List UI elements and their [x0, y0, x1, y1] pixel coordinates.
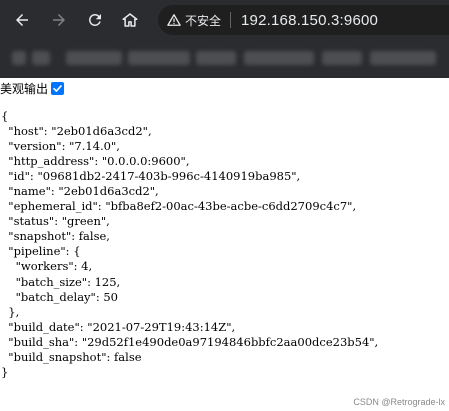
- back-arrow-icon: [16, 14, 28, 26]
- blurred-bookmark[interactable]: [322, 51, 362, 65]
- omnibox-divider: [230, 12, 232, 28]
- blurred-bookmark[interactable]: [244, 51, 314, 65]
- json-line: "name": "2eb01d6a3cd2",: [1, 184, 159, 199]
- warning-icon: [167, 14, 181, 26]
- json-line: "batch_size": 125,: [1, 274, 121, 289]
- json-line: "build_date": "2021-07-29T19:43:14Z",: [1, 319, 236, 334]
- pretty-print-row: 美观输出: [0, 80, 65, 96]
- json-line: }: [1, 364, 9, 379]
- json-line: {: [1, 109, 9, 123]
- json-line: "pipeline": {: [1, 244, 81, 259]
- watermark: CSDN @Retrograde-lx: [353, 397, 445, 407]
- json-line: "ephemeral_id": "bfba8ef2-00ac-43be-acbe…: [1, 199, 357, 214]
- blurred-bookmark[interactable]: [66, 51, 122, 65]
- json-line: "build_snapshot": false: [1, 349, 142, 364]
- json-viewer: { "host": "2eb01d6a3cd2", "version": "7.…: [1, 109, 378, 380]
- json-line: "http_address": "0.0.0.0:9600",: [1, 154, 190, 169]
- pretty-print-label: 美观输出: [0, 81, 49, 96]
- browser-toolbar: 不安全 192.168.150.3:9600: [0, 0, 449, 40]
- json-line: "build_sha": "29d52f1e490de0a97194846bbf…: [1, 334, 379, 349]
- address-bar[interactable]: 不安全 192.168.150.3:9600: [158, 5, 449, 35]
- json-line: "status": "green",: [1, 214, 110, 229]
- json-line: "batch_delay": 50: [1, 289, 118, 304]
- url-text[interactable]: 192.168.150.3:9600: [241, 12, 378, 29]
- browser-chrome: 不安全 192.168.150.3:9600: [0, 0, 449, 78]
- bookmarks-bar: [0, 40, 449, 78]
- json-line: "id": "09681db2-2417-403b-996c-4140919ba…: [1, 169, 301, 184]
- security-label: 不安全: [185, 13, 222, 28]
- json-line: "snapshot": false,: [1, 229, 110, 244]
- forward-button[interactable]: [47, 8, 71, 32]
- reload-button[interactable]: [83, 8, 107, 32]
- blurred-bookmark[interactable]: [12, 51, 26, 65]
- home-button[interactable]: [118, 8, 142, 32]
- blurred-bookmark[interactable]: [196, 51, 236, 65]
- json-line: },: [1, 304, 20, 319]
- checkmark-icon: [53, 84, 62, 92]
- reload-icon: [88, 13, 101, 26]
- blurred-bookmark[interactable]: [128, 51, 190, 65]
- security-indicator[interactable]: 不安全: [167, 5, 221, 35]
- blurred-bookmark[interactable]: [370, 51, 436, 65]
- blurred-bookmark[interactable]: [32, 51, 50, 65]
- forward-arrow-icon: [53, 14, 65, 26]
- json-line: "host": "2eb01d6a3cd2",: [1, 124, 152, 139]
- home-icon: [122, 13, 138, 27]
- pretty-print-checkbox[interactable]: [51, 81, 65, 95]
- json-line: "version": "7.14.0",: [1, 139, 120, 154]
- back-button[interactable]: [10, 8, 34, 32]
- json-line: "workers": 4,: [1, 259, 93, 274]
